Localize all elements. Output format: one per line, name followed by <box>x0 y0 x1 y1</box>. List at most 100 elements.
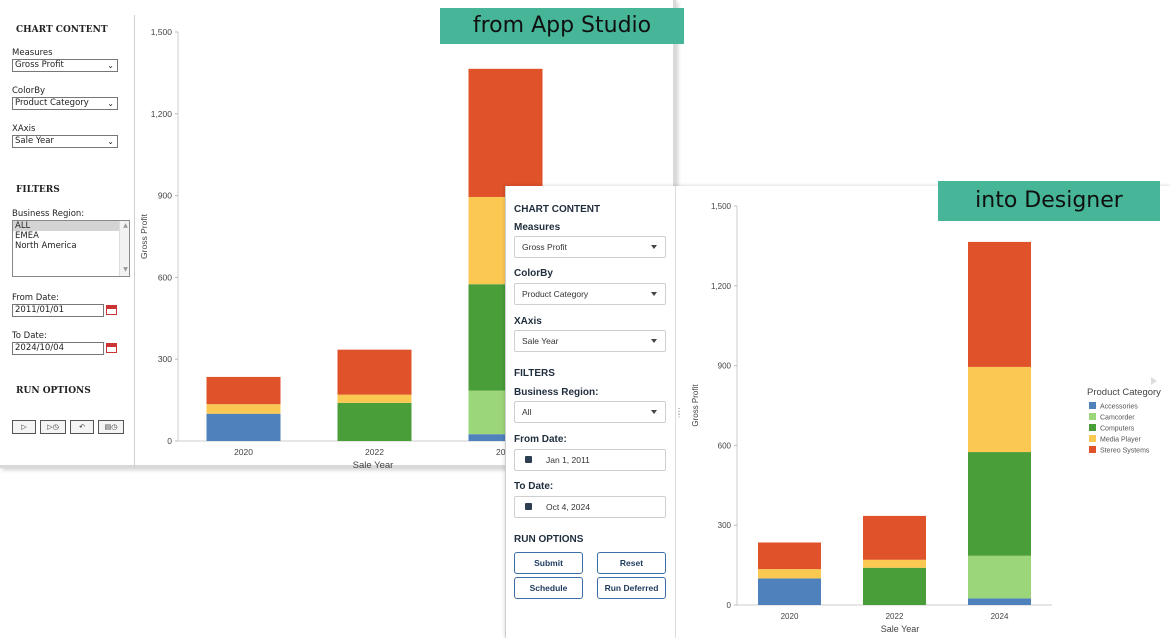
legend-swatch <box>1089 402 1096 409</box>
designer-xaxis-select[interactable]: Sale Year <box>514 330 666 352</box>
reset-button[interactable]: Reset <box>597 552 666 574</box>
y-tick-label: 600 <box>718 441 732 450</box>
studio-parameter-panel: CHART CONTENT Measures Gross Profit ⌄ Co… <box>0 15 135 468</box>
caret-down-icon <box>651 339 657 343</box>
legend-title: Product Category <box>1087 387 1161 398</box>
designer-xaxis-value: Sale Year <box>522 336 559 346</box>
run-deferred-button[interactable]: ▷◷ <box>40 420 66 434</box>
y-tick-label: 300 <box>718 521 732 530</box>
y-axis-title: Gross Profit <box>139 213 149 259</box>
calendar-icon <box>525 456 532 463</box>
studio-to-date-input[interactable]: 2024/10/04 <box>12 342 104 355</box>
y-tick-label: 1,500 <box>151 27 173 37</box>
designer-business-region-label: Business Region: <box>514 387 599 398</box>
run-button[interactable]: ▷ <box>12 420 36 434</box>
bar-segment <box>758 578 821 605</box>
scroll-up-icon[interactable]: ▲ <box>122 221 129 231</box>
schedule-icon: ▤◷ <box>104 423 118 431</box>
studio-business-region-list[interactable]: ALL EMEA North America ▲ ▼ <box>12 220 130 277</box>
studio-measures-value: Gross Profit <box>15 60 64 70</box>
y-axis-title: Gross Profit <box>691 384 700 427</box>
designer-from-date-label: From Date: <box>514 434 567 445</box>
designer-business-region-select[interactable]: All <box>514 401 666 423</box>
legend-item-label: Media Player <box>1100 437 1142 444</box>
list-item[interactable]: North America <box>13 241 129 251</box>
studio-run-options-title: RUN OPTIONS <box>16 386 91 396</box>
scrollbar[interactable]: ▲ ▼ <box>119 221 129 276</box>
submit-button[interactable]: Submit <box>514 552 583 574</box>
chevron-down-icon: ⌄ <box>107 137 114 146</box>
bar-segment <box>468 68 543 197</box>
x-tick-label: 2022 <box>365 447 384 457</box>
bar-segment <box>206 404 281 414</box>
designer-colorby-select[interactable]: Product Category <box>514 283 666 305</box>
bar-segment <box>863 559 926 568</box>
x-axis-title: Sale Year <box>353 460 394 468</box>
bar-segment <box>337 402 412 441</box>
legend-item-label: Accessories <box>1100 404 1138 411</box>
studio-xaxis-label: XAxis <box>12 124 36 134</box>
caret-down-icon <box>651 292 657 296</box>
bar-segment <box>968 366 1031 453</box>
studio-colorby-label: ColorBy <box>12 86 46 96</box>
studio-measures-label: Measures <box>12 48 53 58</box>
legend-swatch <box>1089 424 1096 431</box>
calendar-icon <box>525 503 532 510</box>
studio-filters-title: FILTERS <box>16 185 60 195</box>
calendar-icon[interactable] <box>106 343 117 353</box>
legend-swatch <box>1089 435 1096 442</box>
designer-to-date-value: Oct 4, 2024 <box>546 502 590 512</box>
designer-measures-select[interactable]: Gross Profit <box>514 236 666 258</box>
designer-parameter-panel: CHART CONTENT Measures Gross Profit Colo… <box>506 186 676 638</box>
chevron-down-icon: ⌄ <box>107 99 114 108</box>
studio-chart-content-title: CHART CONTENT <box>16 25 108 35</box>
schedule-button[interactable]: ▤◷ <box>98 420 124 434</box>
bar-segment <box>337 349 412 395</box>
x-axis-title: Sale Year <box>881 624 920 634</box>
legend-item-label: Stereo Systems <box>1100 448 1150 455</box>
y-tick-label: 900 <box>718 362 732 371</box>
y-tick-label: 1,200 <box>711 282 732 291</box>
bar-segment <box>968 555 1031 599</box>
legend-swatch <box>1089 413 1096 420</box>
bar-segment <box>968 452 1031 556</box>
bar-segment <box>968 598 1031 605</box>
studio-from-date-label: From Date: <box>12 293 59 303</box>
scroll-down-icon[interactable]: ▼ <box>122 265 129 275</box>
bar-segment <box>968 241 1031 367</box>
designer-from-date-input[interactable]: Jan 1, 2011 <box>514 449 666 471</box>
designer-to-date-input[interactable]: Oct 4, 2024 <box>514 496 666 518</box>
designer-colorby-value: Product Category <box>522 289 589 299</box>
bar-segment <box>863 515 926 560</box>
designer-measures-value: Gross Profit <box>522 242 567 252</box>
x-tick-label: 2020 <box>781 612 799 621</box>
from-app-studio-tag: from App Studio <box>440 8 684 44</box>
list-item[interactable]: ALL <box>13 221 129 231</box>
studio-to-date-label: To Date: <box>12 331 47 341</box>
reset-button[interactable]: ↶ <box>70 420 94 434</box>
play-clock-icon: ▷◷ <box>47 423 59 431</box>
designer-xaxis-label: XAxis <box>514 316 542 327</box>
studio-measures-select[interactable]: Gross Profit ⌄ <box>12 59 118 72</box>
designer-run-options-title: RUN OPTIONS <box>514 534 584 545</box>
legend-item-label: Camcorder <box>1100 415 1135 422</box>
list-item[interactable]: EMEA <box>13 231 129 241</box>
studio-business-region-label: Business Region: <box>12 209 85 219</box>
studio-colorby-value: Product Category <box>15 98 89 108</box>
y-tick-label: 0 <box>727 601 732 610</box>
studio-colorby-select[interactable]: Product Category ⌄ <box>12 97 118 110</box>
x-tick-label: 2020 <box>234 447 253 457</box>
y-tick-label: 1,200 <box>151 109 173 119</box>
designer-window: CHART CONTENT Measures Gross Profit Colo… <box>505 186 1171 638</box>
bar-segment <box>337 394 412 403</box>
bar-segment <box>206 413 281 441</box>
undo-icon: ↶ <box>79 423 85 431</box>
y-tick-label: 300 <box>158 354 172 364</box>
studio-from-date-input[interactable]: 2011/01/01 <box>12 304 104 317</box>
calendar-icon[interactable] <box>106 305 117 315</box>
schedule-button[interactable]: Schedule <box>514 577 583 599</box>
play-icon: ▷ <box>21 423 27 431</box>
run-deferred-button[interactable]: Run Deferred <box>597 577 666 599</box>
studio-xaxis-select[interactable]: Sale Year ⌄ <box>12 135 118 148</box>
designer-chart-content-title: CHART CONTENT <box>514 204 601 215</box>
